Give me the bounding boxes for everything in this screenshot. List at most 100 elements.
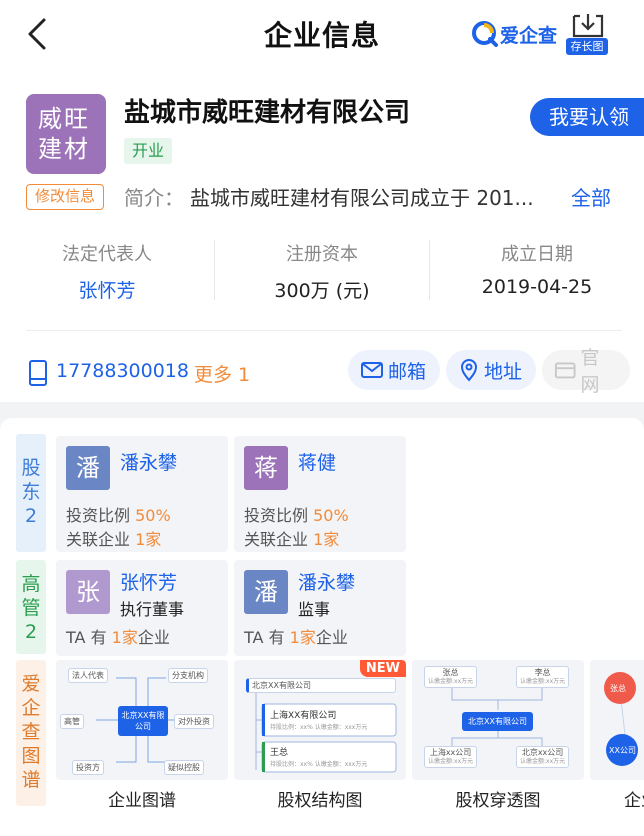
company-logo: 威旺 建材 bbox=[26, 94, 106, 174]
map-node: 李总 认缴金额:xx万元 bbox=[516, 666, 570, 688]
edit-info-button[interactable]: 修改信息 bbox=[26, 184, 104, 210]
ta-companies: TA 有 1家企业 bbox=[66, 624, 170, 648]
map-node-detail: 认缴金额:xx万元 bbox=[520, 758, 566, 765]
aiqicha-brand[interactable]: 爱企查 bbox=[472, 20, 557, 48]
stat-label: 法定代表人 bbox=[62, 244, 152, 265]
equity-penetration-label[interactable]: 股权穿透图 bbox=[412, 786, 584, 811]
tab-shareholders[interactable]: 股东 2 bbox=[16, 434, 46, 552]
address-button[interactable]: 地址 bbox=[446, 350, 537, 390]
ta-label: TA 有 bbox=[244, 628, 285, 647]
company-logo-text-1: 威旺 bbox=[38, 105, 90, 133]
claim-company-button[interactable]: 我要认领 bbox=[530, 98, 644, 136]
divider bbox=[214, 240, 215, 300]
equity-structure-label[interactable]: 股权结构图 bbox=[234, 786, 406, 811]
intro-text: 盐城市威旺建材有限公司成立于 201... bbox=[190, 186, 534, 210]
shareholder-name[interactable]: 蒋健 bbox=[298, 448, 336, 475]
shareholder-card[interactable]: 蒋 蒋健 投资比例 50% 关联企业 1家 bbox=[234, 436, 406, 552]
mail-icon bbox=[361, 362, 383, 378]
browser-icon bbox=[554, 362, 576, 379]
phone-icon bbox=[29, 360, 47, 386]
investment-ratio: 投资比例 50% bbox=[66, 502, 171, 526]
map-node: 法人代表 bbox=[68, 668, 108, 683]
website-label: 官网 bbox=[580, 347, 600, 396]
stat-value: 300万 (元) bbox=[274, 280, 370, 302]
related-label: 关联企业 bbox=[244, 530, 309, 549]
tab-label-text: 爱企查图谱 bbox=[21, 673, 41, 791]
map-node: 疑似控股 bbox=[164, 760, 204, 775]
intro-label: 简介： bbox=[124, 186, 184, 210]
ratio-value: 50% bbox=[135, 506, 171, 525]
shareholders-count: 2 bbox=[24, 505, 38, 527]
ta-companies: TA 有 1家企业 bbox=[244, 624, 348, 648]
map-person-node: 王总 bbox=[270, 748, 289, 758]
shareholder-name[interactable]: 潘永攀 bbox=[120, 448, 177, 475]
executives-count: 2 bbox=[24, 621, 38, 643]
equity-penetration-thumbnail[interactable]: 张总 认缴金额:xx万元 李总 认缴金额:xx万元 北京XX有限公司 上海xx公… bbox=[412, 660, 584, 780]
intro-expand-link[interactable]: 全部 bbox=[571, 182, 611, 211]
email-button[interactable]: 邮箱 bbox=[348, 350, 441, 390]
website-button: 官网 bbox=[542, 347, 630, 396]
enterprise-relation-label[interactable]: 企业 bbox=[590, 786, 644, 811]
ta-suffix: 企业 bbox=[137, 628, 170, 647]
map-node: 张总 认缴金额:xx万元 bbox=[424, 666, 478, 688]
map-node-name: 上海xx公司 bbox=[429, 748, 472, 757]
shareholder-card[interactable]: 潘 潘永攀 投资比例 50% 关联企业 1家 bbox=[56, 436, 228, 552]
ratio-label: 投资比例 bbox=[244, 506, 309, 525]
company-logo-text-2: 建材 bbox=[38, 135, 90, 163]
related-value: 1家 bbox=[135, 530, 162, 549]
stat-value: 2019-04-25 bbox=[481, 276, 593, 298]
map-child-node: 上海XX有限公司 bbox=[270, 711, 337, 721]
phone-number-link[interactable]: 17788300018 bbox=[56, 360, 189, 382]
ratio-label: 投资比例 bbox=[66, 506, 131, 525]
company-info-card: 威旺 建材 盐城市威旺建材有限公司 开业 我要认领 修改信息 简介： 盐城市威旺… bbox=[0, 68, 644, 402]
map-node: 北京xx公司 认缴金额:xx万元 bbox=[516, 746, 570, 768]
avatar: 潘 bbox=[244, 570, 288, 614]
enterprise-map-label[interactable]: 企业图谱 bbox=[56, 786, 228, 811]
map-node-detail: 认缴金额:xx万元 bbox=[520, 678, 566, 685]
map-node-name: 李总 bbox=[534, 668, 551, 677]
executive-card[interactable]: 潘 潘永攀 监事 TA 有 1家企业 bbox=[234, 560, 406, 656]
ratio-value: 50% bbox=[313, 506, 349, 525]
address-label: 地址 bbox=[484, 360, 523, 383]
enterprise-map-thumbnail[interactable]: 法人代表 分支机构 高管 北京XX有限公司 对外投资 投资方 疑似控股 bbox=[56, 660, 228, 780]
map-node: 投资方 bbox=[72, 760, 104, 775]
executive-card[interactable]: 张 张怀芳 执行董事 TA 有 1家企业 bbox=[56, 560, 228, 656]
map-person-detail: 持股比例：xx% 认缴金额：xxx万元 bbox=[270, 761, 368, 768]
ta-label: TA 有 bbox=[66, 628, 107, 647]
map-node: 分支机构 bbox=[168, 668, 208, 683]
brand-name: 爱企查 bbox=[500, 24, 558, 47]
map-node-detail: 认缴金额:xx万元 bbox=[428, 678, 474, 685]
company-name: 盐城市威旺建材有限公司 bbox=[124, 98, 411, 128]
save-long-image-label[interactable]: 存长图 bbox=[566, 38, 608, 55]
ta-suffix: 企业 bbox=[315, 628, 348, 647]
legal-rep-link[interactable]: 张怀芳 bbox=[0, 276, 214, 303]
map-lines bbox=[604, 672, 638, 766]
executive-role: 监事 bbox=[298, 600, 331, 619]
divider bbox=[26, 330, 622, 331]
enterprise-relation-thumbnail[interactable]: 张总 XX公司 bbox=[590, 660, 644, 780]
contact-row: 17788300018 更多 1 邮箱 地址 官网 bbox=[0, 347, 644, 396]
executive-name[interactable]: 潘永攀 bbox=[298, 568, 355, 595]
map-node: 上海xx公司 认缴金额:xx万元 bbox=[424, 746, 478, 768]
map-root-node: 北京XX有限公司 bbox=[246, 678, 396, 693]
tab-shareholders-label: 股东 bbox=[16, 456, 46, 504]
aiqicha-logo-icon bbox=[472, 21, 498, 47]
stat-label: 注册资本 bbox=[286, 244, 358, 265]
related-companies: 关联企业 1家 bbox=[66, 526, 161, 550]
related-value: 1家 bbox=[313, 530, 340, 549]
tab-graphs[interactable]: 爱企查图谱 bbox=[16, 660, 46, 806]
map-center-node: 北京XX有限公司 bbox=[462, 712, 533, 731]
equity-structure-thumbnail[interactable]: NEW 北京XX有限公司 上海XX有限公司 持股比例：xx% 认缴金额：xxx万… bbox=[234, 660, 406, 780]
ta-count: 1家 bbox=[111, 628, 138, 647]
map-center-node: 北京XX有限公司 bbox=[118, 706, 168, 736]
executive-name[interactable]: 张怀芳 bbox=[120, 568, 177, 595]
map-child-detail: 持股比例：xx% 认缴金额：xxx万元 bbox=[270, 724, 368, 731]
tab-executives[interactable]: 高管 2 bbox=[16, 560, 46, 654]
ta-count: 1家 bbox=[289, 628, 316, 647]
map-node: 对外投资 bbox=[174, 714, 214, 729]
location-pin-icon bbox=[460, 359, 478, 382]
stat-label: 成立日期 bbox=[501, 244, 573, 265]
map-node: 高管 bbox=[60, 714, 84, 729]
more-phones-link[interactable]: 更多 1 bbox=[194, 360, 250, 387]
tab-label-text: 股东 bbox=[21, 457, 41, 503]
